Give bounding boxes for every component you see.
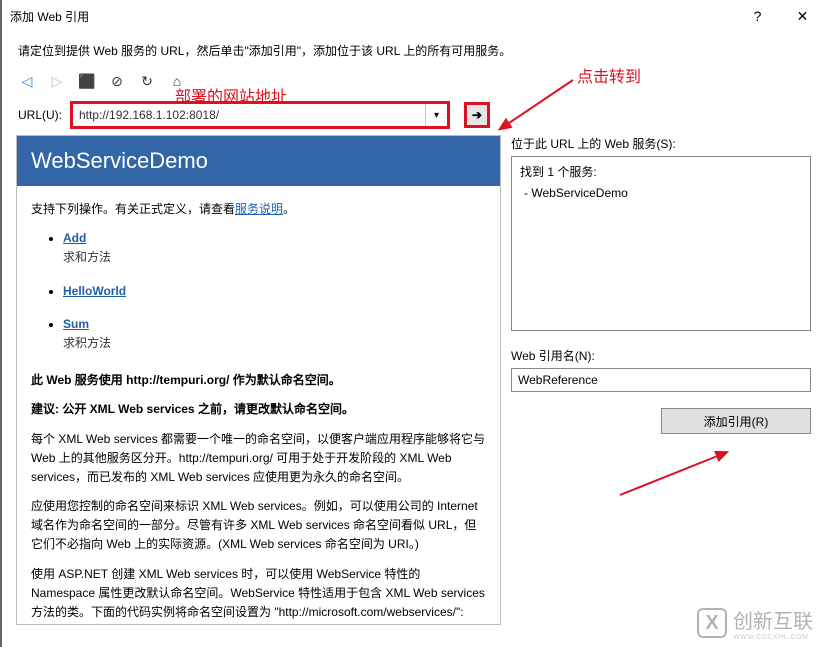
watermark-logo: X [697, 608, 727, 638]
service-description-link[interactable]: 服务说明 [235, 202, 283, 216]
home-icon[interactable]: ⌂ [168, 72, 186, 90]
op-sum-desc: 求积方法 [63, 336, 111, 350]
list-item: HelloWorld [63, 282, 486, 301]
paragraph-domain: 应使用您控制的命名空间来标识 XML Web services。例如，可以使用公… [31, 497, 486, 555]
services-listbox[interactable]: 找到 1 个服务: - WebServiceDemo [511, 156, 811, 331]
service-preview-pane[interactable]: WebServiceDemo 支持下列操作。有关正式定义，请查看服务说明。 Ad… [16, 135, 501, 625]
op-hello-link[interactable]: HelloWorld [63, 284, 126, 298]
paragraph-namespace: 此 Web 服务使用 http://tempuri.org/ 作为默认命名空间。 [31, 371, 486, 390]
refname-input[interactable] [511, 368, 811, 392]
refresh-icon[interactable]: ↻ [138, 72, 156, 90]
service-item[interactable]: - WebServiceDemo [520, 186, 802, 200]
toolbar: ◁ ▷ ⬛ ⊘ ↻ ⌂ [2, 67, 825, 95]
help-button[interactable]: ? [735, 0, 780, 32]
list-item: Add 求和方法 [63, 229, 486, 267]
window-title: 添加 Web 引用 [10, 8, 735, 25]
paragraph-recommend: 建议: 公开 XML Web services 之前，请更改默认命名空间。 [31, 400, 486, 419]
stop-icon: ⬛ [78, 72, 96, 90]
instructions-text: 请定位到提供 Web 服务的 URL，然后单击"添加引用"，添加位于该 URL … [2, 32, 825, 67]
list-item: Sum 求积方法 [63, 315, 486, 353]
op-sum-link[interactable]: Sum [63, 317, 89, 331]
op-add-desc: 求和方法 [63, 250, 111, 264]
titlebar: 添加 Web 引用 ? ✕ [2, 0, 825, 32]
intro-prefix: 支持下列操作。有关正式定义，请查看 [31, 202, 235, 216]
url-dropdown-icon[interactable]: ▾ [425, 104, 447, 126]
forward-icon: ▷ [48, 72, 66, 90]
op-add-link[interactable]: Add [63, 231, 86, 245]
url-input[interactable] [73, 104, 425, 126]
watermark: X 创新互联 WWW.CDCXHL.COM [697, 605, 813, 641]
cancel-icon[interactable]: ⊘ [108, 72, 126, 90]
service-header: WebServiceDemo [17, 136, 500, 186]
url-row: URL(U): ▾ ➔ [2, 95, 825, 135]
go-button[interactable]: ➔ [464, 102, 490, 128]
watermark-sub: WWW.CDCXHL.COM [733, 634, 813, 641]
window: 添加 Web 引用 ? ✕ 请定位到提供 Web 服务的 URL，然后单击"添加… [0, 0, 825, 647]
intro-suffix: 。 [283, 202, 295, 216]
url-label: URL(U): [18, 108, 62, 122]
services-label: 位于此 URL 上的 Web 服务(S): [511, 135, 811, 152]
right-pane: 位于此 URL 上的 Web 服务(S): 找到 1 个服务: - WebSer… [511, 135, 811, 625]
close-button[interactable]: ✕ [780, 0, 825, 32]
main-area: WebServiceDemo 支持下列操作。有关正式定义，请查看服务说明。 Ad… [2, 135, 825, 625]
go-icon: ➔ [472, 108, 482, 122]
paragraph-unique: 每个 XML Web services 都需要一个唯一的命名空间，以便客户端应用… [31, 430, 486, 488]
paragraph-aspnet: 使用 ASP.NET 创建 XML Web services 时，可以使用 We… [31, 565, 486, 623]
operations-list: Add 求和方法 HelloWorld Sum 求积方法 [31, 229, 486, 353]
url-input-wrap: ▾ [70, 101, 450, 129]
service-intro: 支持下列操作。有关正式定义，请查看服务说明。 [31, 200, 486, 219]
watermark-text: 创新互联 [733, 611, 813, 633]
service-body: 支持下列操作。有关正式定义，请查看服务说明。 Add 求和方法 HelloWor… [17, 186, 500, 625]
back-icon[interactable]: ◁ [18, 72, 36, 90]
refname-label: Web 引用名(N): [511, 347, 811, 364]
addref-wrap: 添加引用(R) [511, 408, 811, 434]
services-found-text: 找到 1 个服务: [520, 163, 802, 180]
add-reference-button[interactable]: 添加引用(R) [661, 408, 811, 434]
